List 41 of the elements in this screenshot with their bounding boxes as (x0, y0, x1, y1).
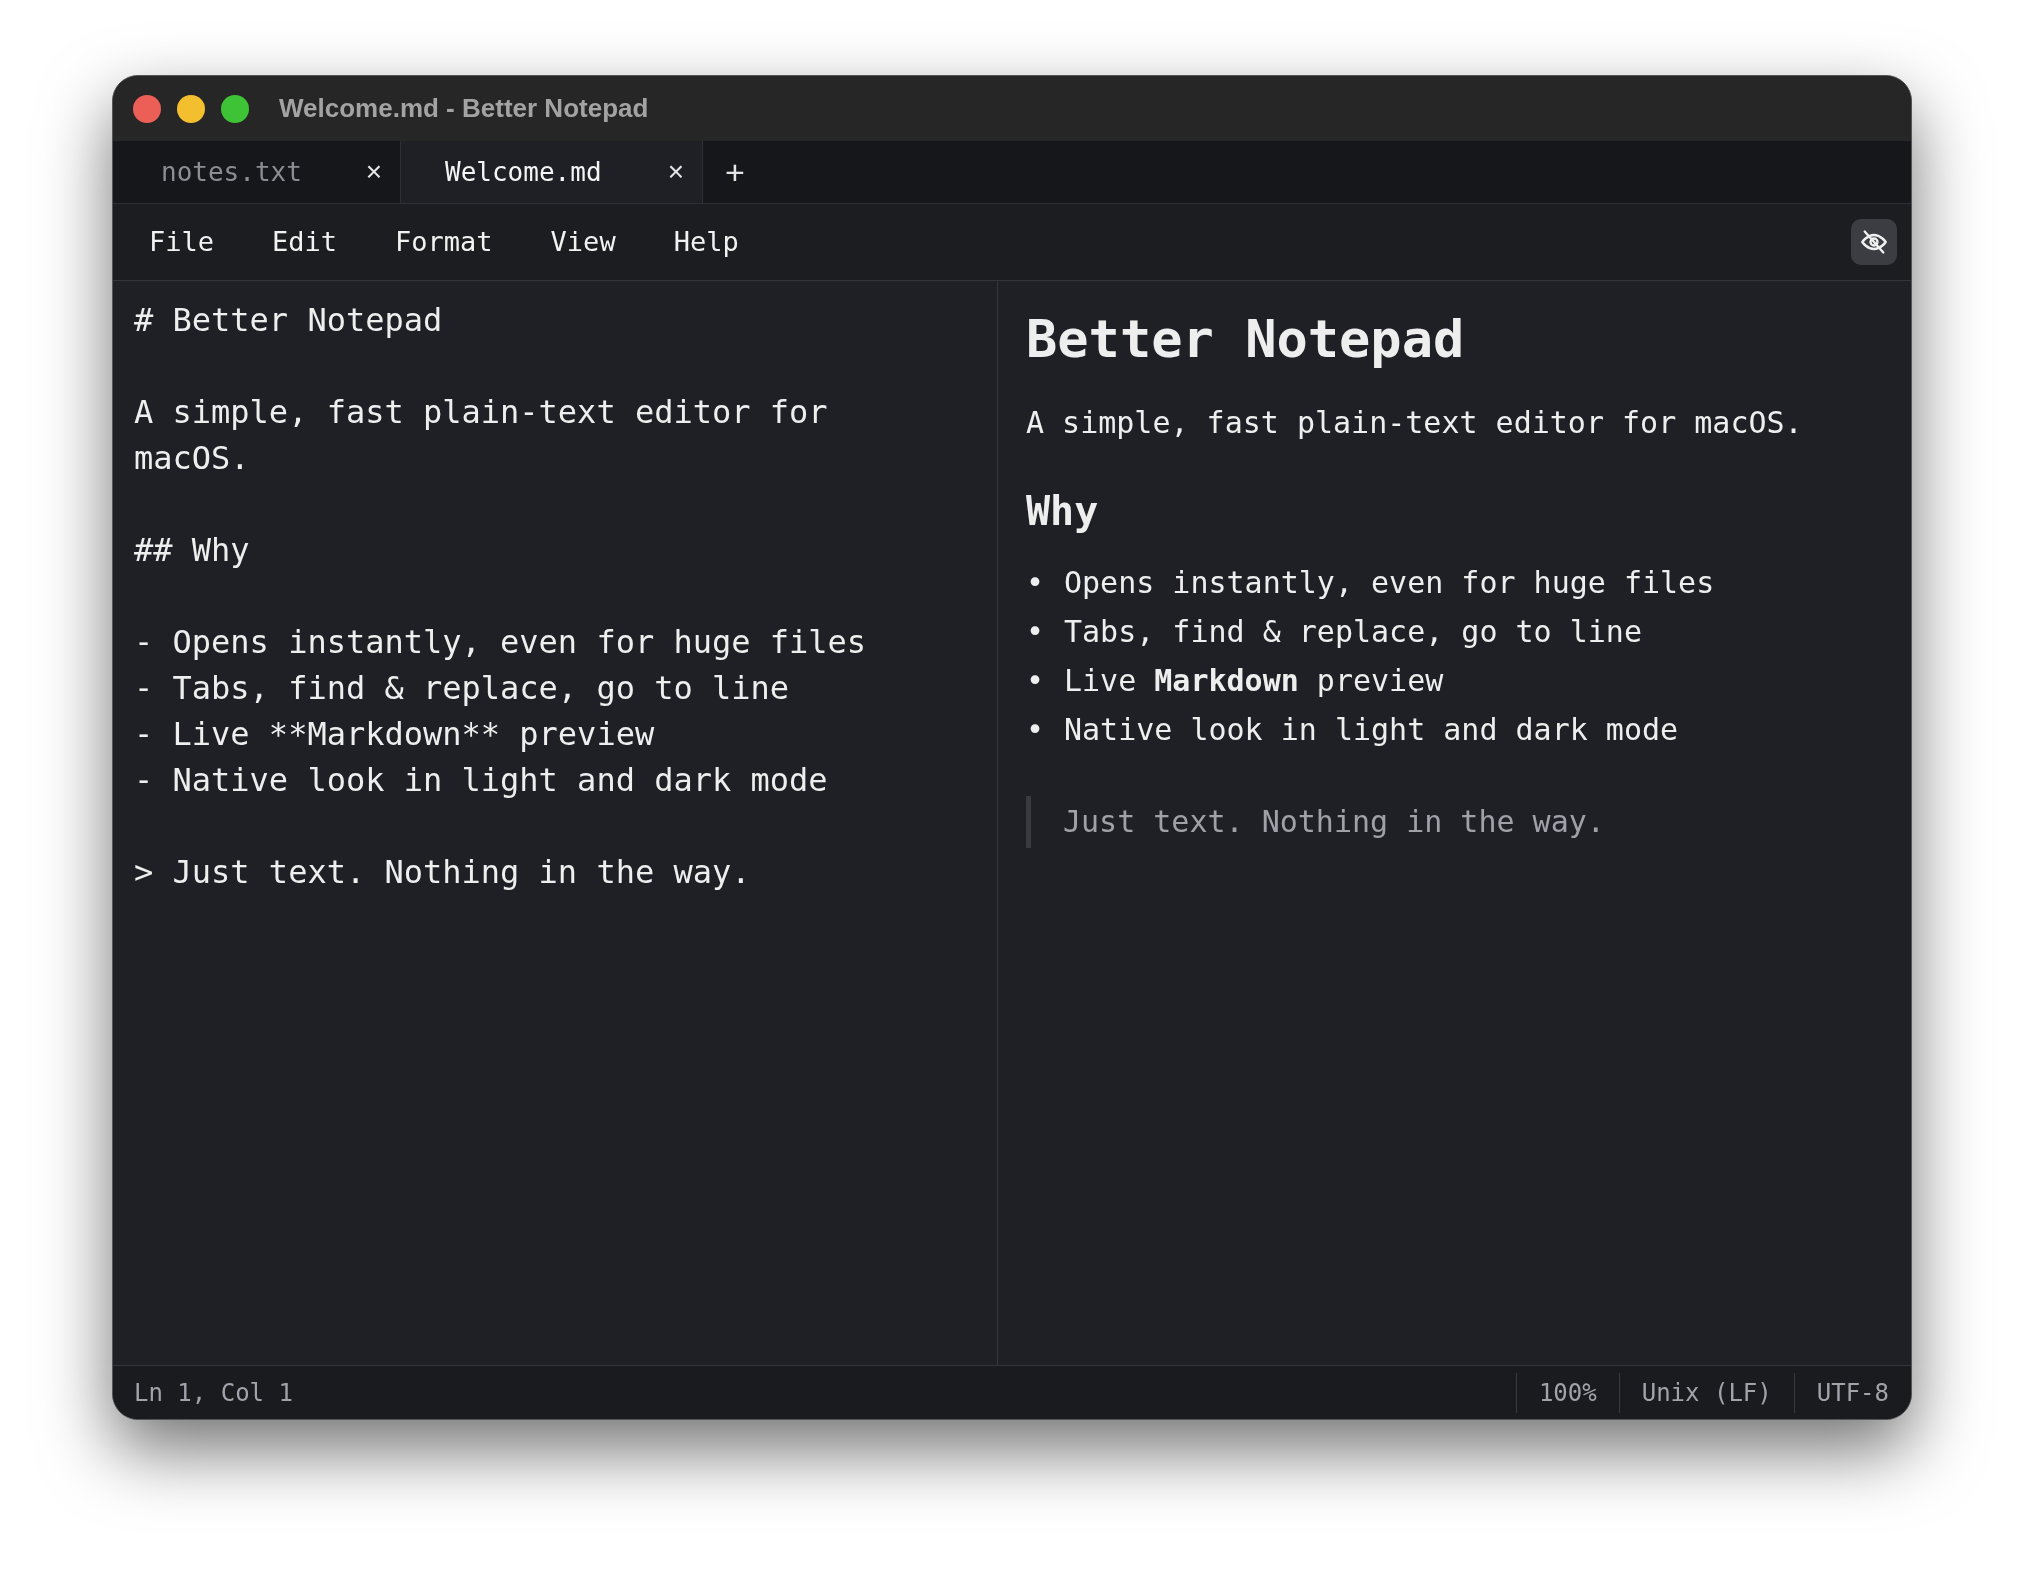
menu-item[interactable]: Help (657, 215, 755, 269)
bullet: • (1026, 564, 1046, 602)
status-item: UTF-8 (1793, 1372, 1911, 1413)
editor-line: A simple, fast plain-text editor for macOS. (134, 392, 829, 479)
preview-heading: Better Notepad (1026, 308, 1466, 371)
preview-paragraph: A simple, fast plain-text editor for macOS. (1026, 404, 1804, 442)
minimize-window-button[interactable] (177, 94, 205, 123)
maximize-window-button[interactable] (221, 94, 249, 123)
editor-line: - Live **Markdown** preview (134, 714, 656, 755)
window-title: Welcome.md - Better Notepad (279, 92, 649, 125)
list-item-text: Opens instantly, even for huge files (1064, 564, 1715, 602)
list-item-text: Native look in light and dark mode (1064, 711, 1679, 749)
new-tab-button[interactable]: + (725, 146, 745, 198)
bullet: • (1026, 711, 1046, 749)
menu-item[interactable]: Edit (256, 215, 354, 269)
menu-item[interactable]: View (534, 215, 632, 269)
tab-label: notes.txt (161, 155, 303, 189)
bullet: • (1026, 662, 1046, 700)
editor-line: - Tabs, find & replace, go to line (134, 668, 791, 709)
blockquote: Just text. Nothing in the way. (1026, 796, 1911, 848)
editor-line: - Opens instantly, even for huge files (134, 622, 868, 663)
tab[interactable]: Welcome.md × (401, 141, 703, 203)
cursor-position: Ln 1, Col 1 (134, 1377, 294, 1409)
preview-subheading: Why (1026, 487, 1100, 536)
eye-off-icon (1860, 228, 1888, 256)
list-item-text: Tabs, find & replace, go to line (1064, 613, 1642, 651)
close-tab-button[interactable]: × (365, 151, 382, 193)
tab-label: Welcome.md (445, 155, 603, 189)
close-tab-button[interactable]: × (667, 151, 684, 193)
status-item: 100% (1515, 1372, 1619, 1413)
editor-line: - Native look in light and dark mode (134, 760, 829, 801)
editor-line: # Better Notepad (134, 300, 444, 341)
close-window-button[interactable] (133, 94, 161, 123)
bullet: • (1026, 613, 1046, 651)
eye-off-toggle-button[interactable] (1851, 219, 1897, 265)
editor-line: > Just text. Nothing in the way. (134, 852, 752, 893)
menu-item[interactable]: File (133, 215, 231, 269)
list-item-text: Live Markdown preview (1064, 662, 1444, 700)
status-item: Unix (LF) (1618, 1372, 1794, 1413)
menu-item[interactable]: Format (379, 215, 509, 269)
editor-line: ## Why (134, 530, 251, 571)
